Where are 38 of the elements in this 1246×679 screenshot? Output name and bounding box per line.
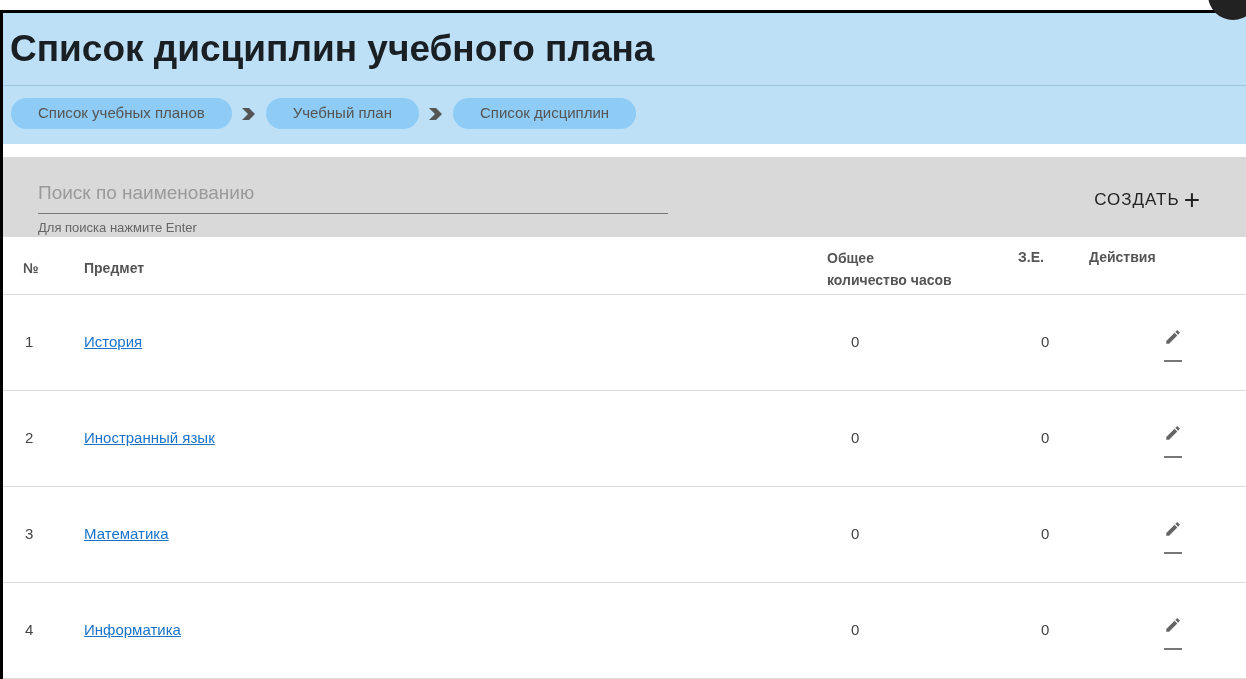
table-cell-text: 0: [851, 428, 861, 449]
table-cell-text: 4: [24, 620, 35, 641]
breadcrumb-link[interactable]: Список дисциплин: [452, 98, 637, 129]
table-cell-text: 0: [1041, 428, 1051, 449]
create-button[interactable]: СОЗДАТЬ+: [1094, 187, 1201, 213]
subject-link[interactable]: Математика: [84, 523, 169, 546]
table-cell-text: 2: [24, 428, 35, 449]
pencil-icon[interactable]: [1164, 519, 1182, 538]
pencil-icon[interactable]: [1164, 615, 1182, 634]
breadcrumb-link[interactable]: Список учебных планов: [11, 98, 232, 129]
table-cell-text: 0: [851, 332, 861, 353]
subject-link[interactable]: Иностранный язык: [84, 427, 215, 450]
table-cell-text: 0: [851, 620, 861, 641]
minus-icon[interactable]: [1164, 647, 1182, 650]
minus-icon[interactable]: [1164, 359, 1182, 362]
table-cell-text: 0: [851, 524, 861, 545]
table-cell-text: 1: [24, 332, 35, 353]
minus-icon[interactable]: [1164, 455, 1182, 458]
subject-link[interactable]: Информатика: [84, 619, 181, 642]
page-title: Список дисциплин учебного плана: [3, 13, 1246, 86]
search-hint: Для поиска нажмите Enter: [38, 218, 198, 237]
column-header: Действия: [1088, 248, 1156, 268]
column-header: З.Е.: [1017, 248, 1045, 268]
column-header: Предмет: [84, 259, 146, 279]
table-cell-text: 3: [24, 524, 35, 545]
pencil-icon[interactable]: [1164, 423, 1182, 442]
chevron-icon: [241, 107, 256, 120]
table-cell-text: 0: [1041, 332, 1051, 353]
chevron-icon: [428, 107, 443, 120]
table-cell-text: 0: [1041, 524, 1051, 545]
column-header: №: [22, 259, 40, 279]
breadcrumb-link[interactable]: Учебный план: [265, 98, 419, 129]
minus-icon[interactable]: [1164, 551, 1182, 554]
pencil-icon[interactable]: [1164, 327, 1182, 346]
table-cell-text: 0: [1041, 620, 1051, 641]
search-field[interactable]: Поиск по наименованию: [38, 179, 668, 214]
column-header: Общее количество часов: [827, 249, 953, 291]
subject-link[interactable]: История: [84, 331, 143, 354]
